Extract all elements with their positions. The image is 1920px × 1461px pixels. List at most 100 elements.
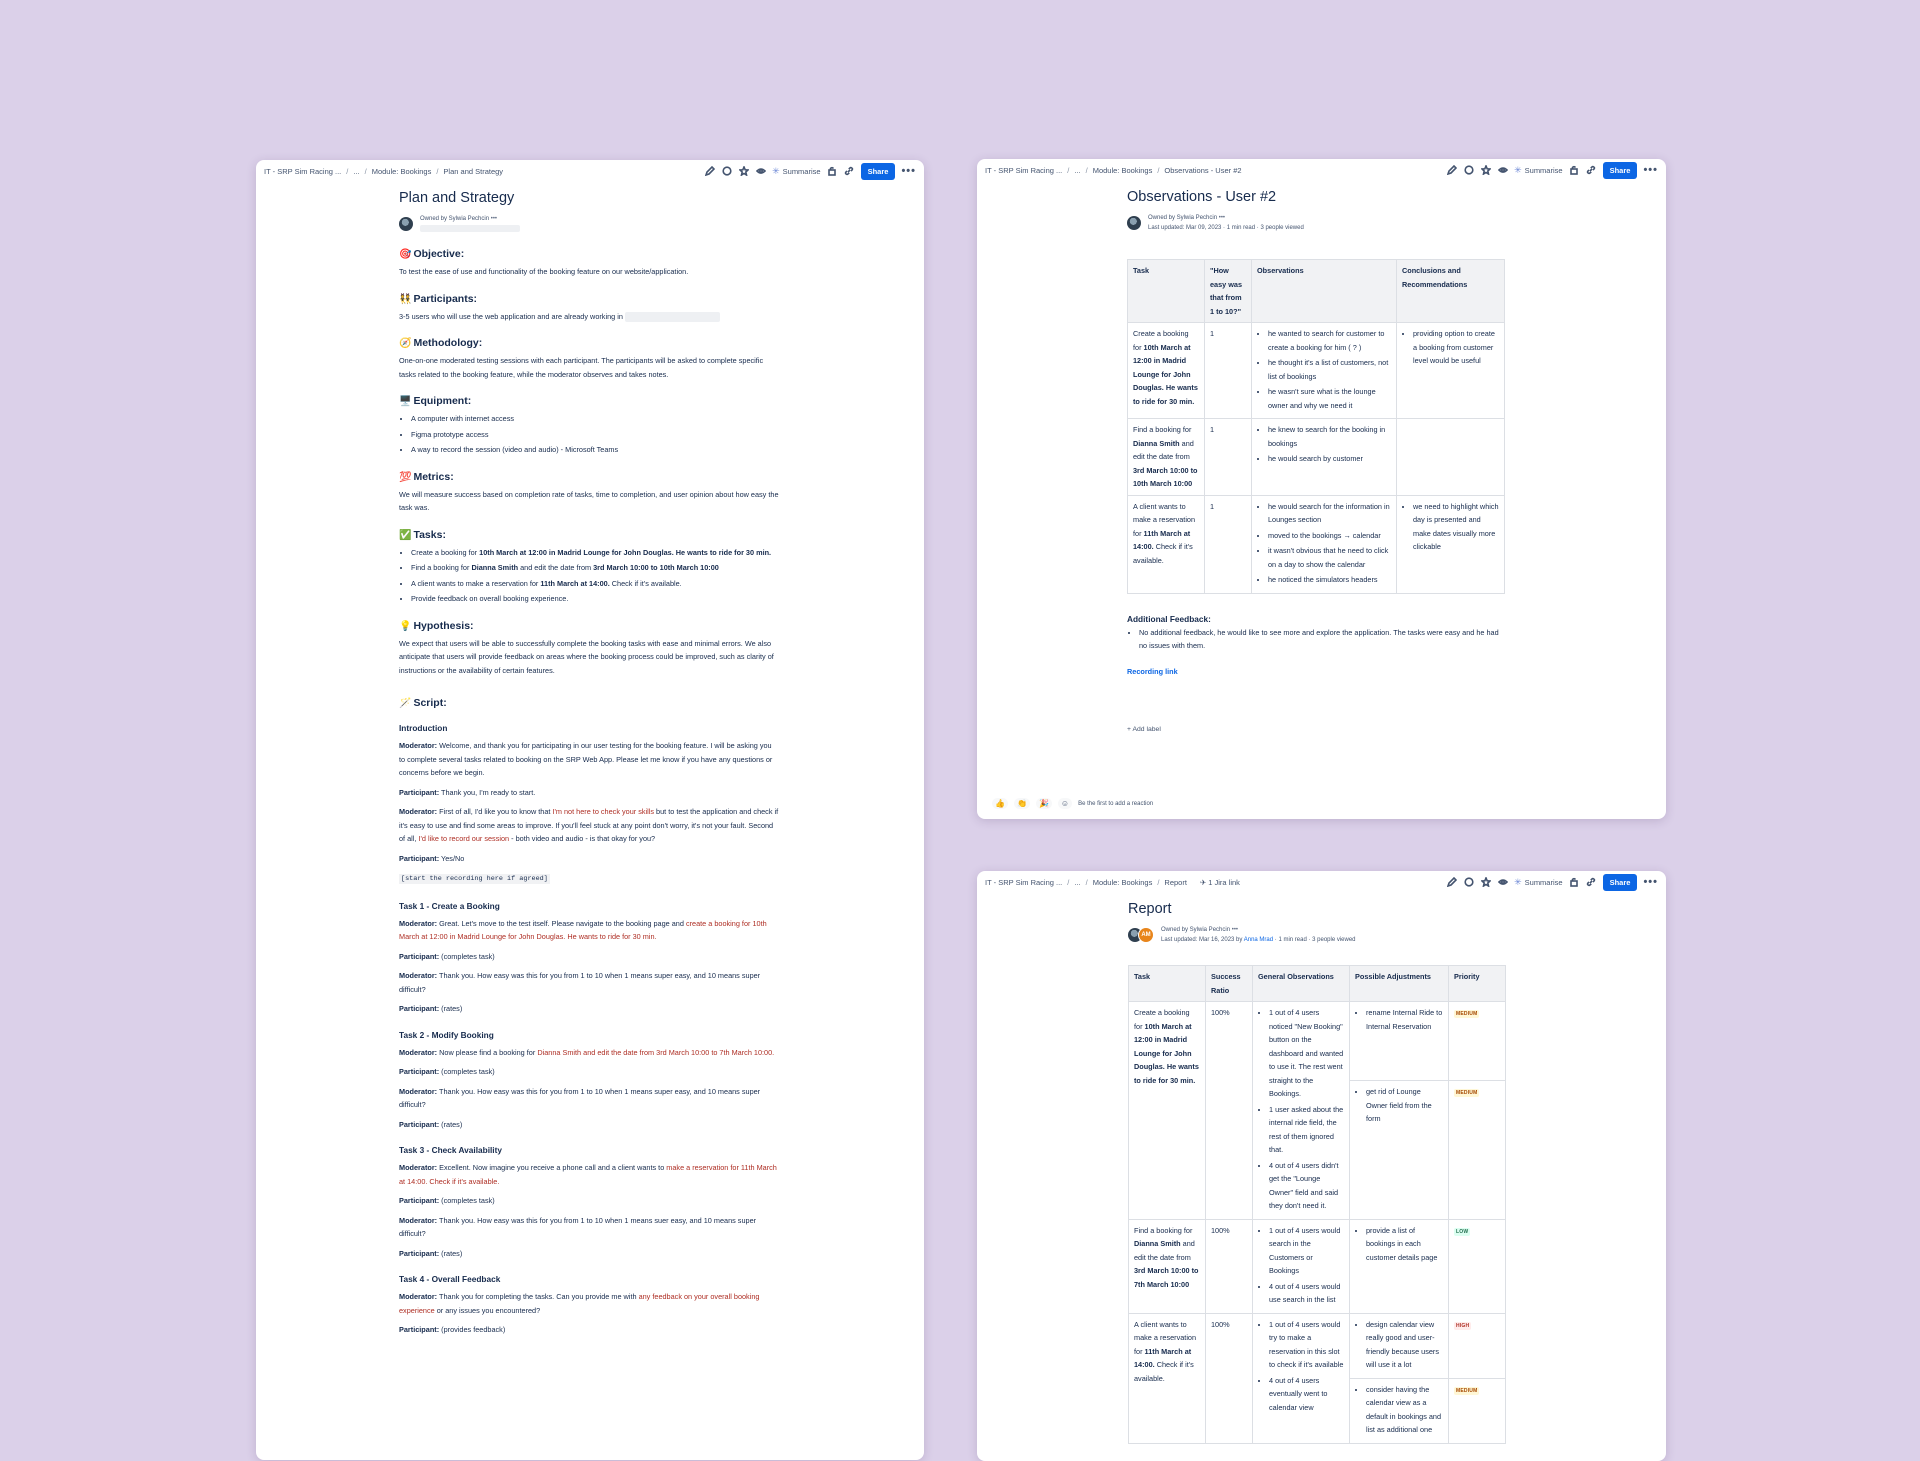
hypothesis-heading: 💡 Hypothesis: xyxy=(399,619,474,632)
table-header: Observations xyxy=(1251,259,1397,323)
restrict-icon[interactable] xyxy=(827,166,838,177)
table-row: A client wants to make a reservation for… xyxy=(1128,1312,1506,1444)
script-line: Moderator: Excellent. Now imagine you re… xyxy=(399,1163,777,1186)
task3-heading: Task 3 - Check Availability xyxy=(399,1145,502,1155)
recording-link[interactable]: Recording link xyxy=(1127,667,1178,676)
restrict-icon[interactable] xyxy=(1569,165,1580,176)
plan-window: IT - SRP Sim Racing ... / ... / Module: Bo… xyxy=(256,160,924,1460)
pencil-icon[interactable] xyxy=(1446,877,1457,888)
breadcrumb-ellipsis[interactable]: ... xyxy=(353,167,359,176)
restrict-icon[interactable] xyxy=(1569,877,1580,888)
byline: AM Owned by Sylwia Pechcin ••• Last upda… xyxy=(1128,925,1508,945)
more-icon[interactable]: ••• xyxy=(1643,876,1658,888)
list-item: 1 out of 4 users noticed "New Booking" b… xyxy=(1269,1006,1344,1101)
people-viewed[interactable]: 3 people viewed xyxy=(1312,937,1355,943)
plan-content: Plan and Strategy Owned by Sylwia Pechci… xyxy=(399,190,779,1343)
participants-text: 3-5 users who will use the web applicati… xyxy=(399,310,779,324)
breadcrumb-current[interactable]: Report xyxy=(1164,878,1187,887)
more-icon[interactable]: ••• xyxy=(1643,164,1658,176)
script-line: Moderator: Thank you. How easy was this … xyxy=(399,1086,761,1110)
star-icon[interactable] xyxy=(1480,877,1491,888)
clap-icon[interactable]: 👏 xyxy=(1013,798,1030,809)
script-line: Participant: Yes/No xyxy=(399,853,465,863)
wand-icon: 🪄 xyxy=(399,698,412,709)
breadcrumb-module[interactable]: Module: Bookings xyxy=(1093,166,1153,175)
comment-icon[interactable] xyxy=(721,166,732,177)
list-item: get rid of Lounge Owner field from the f… xyxy=(1366,1085,1443,1126)
script-line: Moderator: Now please find a booking for… xyxy=(399,1047,775,1057)
thumbs-up-icon[interactable]: 👍 xyxy=(992,798,1008,809)
byline: Owned by Sylwia Pechcin ••• xyxy=(399,214,779,234)
updated-by-link[interactable]: Anna Mrad xyxy=(1244,937,1273,943)
list-item: provide a list of bookings in each custo… xyxy=(1366,1224,1443,1265)
report-window: IT - SRP Sim Racing ... / ... / Module: Bo… xyxy=(977,871,1666,1461)
breadcrumb-ellipsis[interactable]: ... xyxy=(1074,166,1080,175)
page-title: Observations - User #2 xyxy=(1127,189,1277,205)
table-header: "How easy was that from 1 to 10?" xyxy=(1204,259,1252,323)
table-row: Find a booking for Dianna Smith and edit… xyxy=(1127,418,1505,496)
people-viewed[interactable]: 3 people viewed xyxy=(1260,225,1303,231)
star-icon[interactable] xyxy=(738,166,749,177)
breadcrumb-module[interactable]: Module: Bookings xyxy=(372,167,432,176)
add-reaction-icon[interactable]: ☺ xyxy=(1057,798,1073,809)
add-label-button[interactable]: + Add label xyxy=(1127,726,1507,733)
link-icon[interactable] xyxy=(1586,877,1597,888)
share-button[interactable]: Share xyxy=(860,162,896,180)
summarise-button[interactable]: ✳ Summarise xyxy=(772,166,820,177)
list-item: A client wants to make a reservation for… xyxy=(411,577,779,591)
list-item: Find a booking for Dianna Smith and edit… xyxy=(411,561,779,575)
objective-heading: 🎯 Objective: xyxy=(399,248,465,260)
breadcrumb-current[interactable]: Plan and Strategy xyxy=(443,167,503,176)
read-time: 1 min read xyxy=(1278,937,1307,943)
task2-heading: Task 2 - Modify Booking xyxy=(399,1029,494,1040)
summarise-button[interactable]: ✳ Summarise xyxy=(1514,165,1562,176)
methodology-text: One-on-one moderated testing sessions wi… xyxy=(399,356,764,379)
report-table: Task Success Ratio General Observations … xyxy=(1128,965,1506,1444)
breadcrumb-current[interactable]: Observations - User #2 xyxy=(1164,166,1241,175)
page-title: Plan and Strategy xyxy=(399,190,515,206)
priority-lozenge: HIGH xyxy=(1454,1321,1472,1330)
pencil-icon[interactable] xyxy=(704,166,715,177)
more-icon[interactable]: ••• xyxy=(901,165,916,177)
list-item: A way to record the session (video and a… xyxy=(411,443,779,457)
list-item: he would search for the information in L… xyxy=(1268,500,1391,527)
avatar[interactable] xyxy=(399,217,413,231)
breadcrumb-module[interactable]: Module: Bookings xyxy=(1093,878,1153,887)
script-line: Moderator: Thank you. How easy was this … xyxy=(399,1215,757,1239)
pencil-icon[interactable] xyxy=(1446,165,1457,176)
avatar-contributor[interactable]: AM xyxy=(1138,927,1154,943)
read-time: 1 min read xyxy=(1226,225,1256,231)
breadcrumb-space[interactable]: IT - SRP Sim Racing ... xyxy=(264,167,341,176)
avatar[interactable] xyxy=(1127,216,1141,230)
watch-icon[interactable] xyxy=(1497,165,1508,176)
breadcrumb-ellipsis[interactable]: ... xyxy=(1074,878,1080,887)
page-title: Report xyxy=(1128,901,1172,917)
watch-icon[interactable] xyxy=(1497,877,1508,888)
breadcrumb-space[interactable]: IT - SRP Sim Racing ... xyxy=(985,166,1062,175)
link-icon[interactable] xyxy=(844,166,855,177)
report-content: Report AM Owned by Sylwia Pechcin ••• La… xyxy=(1128,901,1508,1444)
feedback-heading: Additional Feedback: xyxy=(1127,613,1211,624)
lightbulb-icon: 💡 xyxy=(399,620,412,632)
sparkle-icon: ✳ xyxy=(1514,164,1522,175)
jira-link[interactable]: ✈ 1 Jira link xyxy=(1200,878,1240,887)
link-icon[interactable] xyxy=(1586,165,1597,176)
plan-topbar: IT - SRP Sim Racing ... / ... / Module: Bo… xyxy=(256,160,924,182)
breadcrumb-space[interactable]: IT - SRP Sim Racing ... xyxy=(985,878,1062,887)
recording-note: [start the recording here if agreed] xyxy=(399,874,550,884)
list-item: moved to the bookings → calendar xyxy=(1268,529,1391,543)
party-icon[interactable]: 🎉 xyxy=(1035,798,1052,809)
list-item: 1 user asked about the internal ride fie… xyxy=(1269,1103,1344,1157)
table-header: Task xyxy=(1128,965,1206,1002)
hundred-icon: 💯 xyxy=(399,471,412,483)
participants-heading: 👯 Participants: xyxy=(399,292,478,305)
comment-icon[interactable] xyxy=(1463,877,1474,888)
share-button[interactable]: Share xyxy=(1602,873,1638,891)
summarise-button[interactable]: ✳ Summarise xyxy=(1514,877,1562,888)
owner-label: Owned by Sylwia Pechcin xyxy=(420,216,490,222)
comment-icon[interactable] xyxy=(1463,165,1474,176)
share-button[interactable]: Share xyxy=(1602,161,1638,179)
star-icon[interactable] xyxy=(1480,165,1491,176)
script-line: Participant: (rates) xyxy=(399,1004,463,1013)
watch-icon[interactable] xyxy=(755,166,766,177)
